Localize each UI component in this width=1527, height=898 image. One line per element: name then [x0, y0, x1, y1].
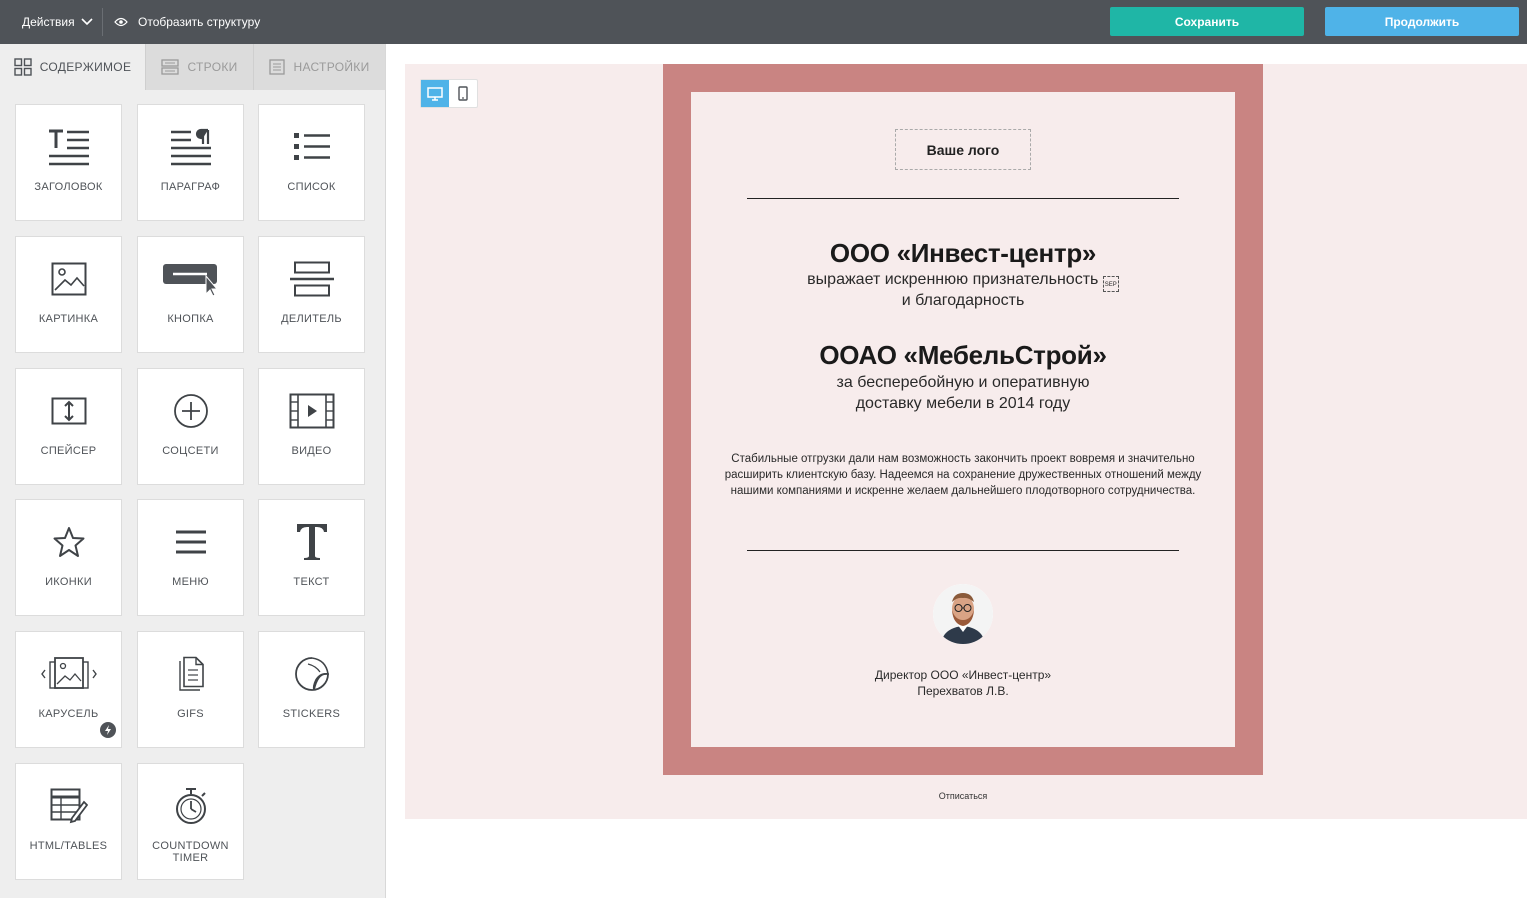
tab-content-label: СОДЕРЖИМОЕ: [39, 60, 132, 74]
recipient-company-heading[interactable]: ООАО «МебельСтрой»: [691, 340, 1235, 371]
device-toggle: [420, 79, 478, 108]
block-list[interactable]: СПИСОК: [258, 104, 365, 221]
list-icon: [293, 133, 330, 160]
show-structure-toggle[interactable]: Отобразить структуру: [114, 0, 260, 44]
image-icon: [51, 262, 86, 296]
block-spacer[interactable]: СПЕЙСЕР: [15, 368, 122, 485]
top-toolbar: Действия Отобразить структуру Сохранить …: [0, 0, 1527, 44]
html-tables-icon: [50, 788, 88, 824]
block-label: СПЕЙСЕР: [40, 445, 97, 457]
lightning-badge-icon: [100, 722, 116, 738]
block-label: STICKERS: [282, 708, 341, 720]
timer-icon: [175, 788, 206, 824]
button-icon: [162, 264, 218, 297]
block-label: ЗАГОЛОВОК: [34, 181, 103, 193]
director-avatar[interactable]: [933, 584, 993, 644]
block-icons[interactable]: ИКОНКИ: [15, 499, 122, 616]
block-label: КАРУСЕЛЬ: [38, 708, 99, 720]
block-label: ТЕКСТ: [293, 576, 330, 588]
top-divider: [747, 198, 1179, 199]
rows-icon: [161, 59, 180, 75]
block-video[interactable]: ВИДЕО: [258, 368, 365, 485]
reason-line-1[interactable]: за бесперебойную и оперативную: [691, 373, 1235, 393]
logo-placeholder[interactable]: Ваше лого: [895, 129, 1031, 170]
block-social[interactable]: СОЦСЕТИ: [137, 368, 244, 485]
actions-dropdown[interactable]: Действия: [22, 0, 93, 44]
email-preview-area[interactable]: Ваше лого ООО «Инвест-центр» выражает ис…: [405, 64, 1527, 819]
show-structure-label: Отобразить структуру: [138, 15, 261, 29]
unsubscribe-link[interactable]: Отписаться: [663, 791, 1263, 801]
settings-doc-icon: [269, 59, 286, 75]
signer-name[interactable]: Перехватов Л.В.: [691, 683, 1235, 699]
save-button[interactable]: Сохранить: [1110, 7, 1304, 36]
block-label: ПАРАГРАФ: [160, 181, 221, 193]
mobile-icon: [458, 86, 468, 101]
block-button[interactable]: КНОПКА: [137, 236, 244, 353]
block-label: ВИДЕО: [291, 445, 332, 457]
gratitude-line-1[interactable]: выражает искреннюю признательность SEP: [691, 270, 1235, 292]
editor-canvas: Ваше лого ООО «Инвест-центр» выражает ис…: [386, 44, 1527, 898]
block-label: COUNTDOWN TIMER: [152, 840, 229, 864]
tab-content[interactable]: СОДЕРЖИМОЕ: [0, 44, 146, 90]
block-label: КНОПКА: [167, 313, 214, 325]
broken-char-icon: SEP: [1102, 276, 1119, 292]
email-card[interactable]: Ваше лого ООО «Инвест-центр» выражает ис…: [691, 92, 1235, 747]
reason-line-2[interactable]: доставку мебели в 2014 году: [691, 394, 1235, 414]
paragraph-icon: [170, 128, 211, 166]
desktop-view-button[interactable]: [421, 80, 449, 107]
desktop-icon: [427, 86, 443, 101]
tab-rows-label: СТРОКИ: [187, 60, 238, 74]
person-photo-icon: [933, 584, 993, 644]
block-gifs[interactable]: GIFS: [137, 631, 244, 748]
block-image[interactable]: КАРТИНКА: [15, 236, 122, 353]
social-icon: [173, 394, 208, 428]
block-heading[interactable]: ЗАГОЛОВОК: [15, 104, 122, 221]
divider-icon: [289, 261, 334, 297]
eye-icon: [114, 17, 128, 27]
signer-title[interactable]: Директор ООО «Инвест-центр»: [691, 667, 1235, 683]
tab-settings[interactable]: НАСТРОЙКИ: [254, 44, 385, 90]
sender-company-heading[interactable]: ООО «Инвест-центр»: [691, 238, 1235, 269]
block-label: КАРТИНКА: [38, 313, 99, 325]
block-label: GIFS: [177, 708, 204, 720]
block-stickers[interactable]: STICKERS: [258, 631, 365, 748]
body-paragraph[interactable]: Стабильные отгрузки дали нам возможность…: [721, 451, 1205, 499]
grid-icon: [14, 58, 32, 76]
email-frame[interactable]: Ваше лого ООО «Инвест-центр» выражает ис…: [663, 64, 1263, 775]
block-menu[interactable]: МЕНЮ: [137, 499, 244, 616]
block-label: ИКОНКИ: [45, 576, 92, 588]
gratitude-line-2[interactable]: и благодарность: [691, 291, 1235, 311]
tab-settings-label: НАСТРОЙКИ: [293, 60, 370, 74]
chevron-down-icon: [81, 18, 93, 26]
toolbar-divider: [102, 8, 103, 36]
sticker-icon: [294, 657, 329, 691]
gifs-icon: [178, 656, 204, 691]
text-icon: [296, 524, 327, 560]
menu-icon: [175, 530, 206, 554]
heading-icon: [48, 129, 89, 166]
spacer-icon: [51, 397, 86, 425]
block-countdown-timer[interactable]: COUNTDOWN TIMER: [137, 763, 244, 880]
mobile-view-button[interactable]: [449, 80, 477, 107]
block-label: МЕНЮ: [172, 576, 209, 588]
star-icon: [53, 527, 84, 557]
video-icon: [289, 393, 334, 429]
actions-label: Действия: [22, 15, 75, 29]
block-label: СПИСОК: [287, 181, 336, 193]
block-html-tables[interactable]: HTML/TABLES: [15, 763, 122, 880]
block-label: СОЦСЕТИ: [162, 445, 219, 457]
block-paragraph[interactable]: ПАРАГРАФ: [137, 104, 244, 221]
block-label: ДЕЛИТЕЛЬ: [281, 313, 342, 325]
sidebar-tabs: СОДЕРЖИМОЕ СТРОКИ НАСТРОЙКИ: [0, 44, 385, 90]
block-text[interactable]: ТЕКСТ: [258, 499, 365, 616]
block-label: HTML/TABLES: [29, 840, 108, 852]
content-sidebar: СОДЕРЖИМОЕ СТРОКИ НАСТРОЙКИ ЗАГОЛОВОК ПА…: [0, 44, 386, 898]
block-carousel[interactable]: КАРУСЕЛЬ: [15, 631, 122, 748]
continue-button[interactable]: Продолжить: [1325, 7, 1519, 36]
carousel-icon: [40, 657, 97, 689]
block-divider[interactable]: ДЕЛИТЕЛЬ: [258, 236, 365, 353]
tab-rows[interactable]: СТРОКИ: [146, 44, 254, 90]
bottom-divider: [747, 550, 1179, 551]
